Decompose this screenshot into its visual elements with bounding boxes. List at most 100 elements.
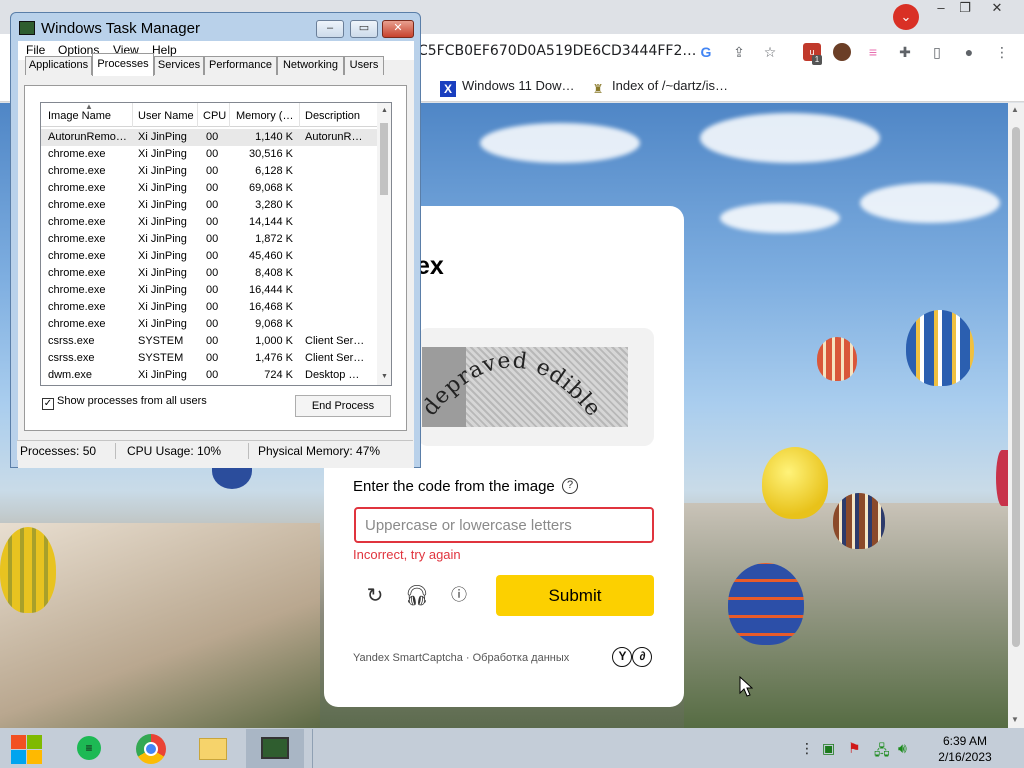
network-icon[interactable]: 🖧︎ [874,740,890,764]
flag-icon[interactable]: ⚑ [848,740,861,757]
process-row[interactable]: chrome.exe Xi JinPing 00 30,516 K [41,146,377,163]
extensions-puzzle-icon[interactable]: ✚ [896,43,914,61]
checkbox-icon[interactable]: ✓ [42,398,54,410]
tm-minimize-button[interactable]: – [316,20,344,38]
scrollbar-thumb[interactable] [1012,127,1020,647]
close-button[interactable]: ✕ [980,0,1014,18]
end-process-button[interactable]: End Process [295,395,391,417]
menu-help[interactable]: Help [152,43,177,57]
process-cell-name: csrss.exe [48,335,95,347]
process-row[interactable]: chrome.exe Xi JinPing 00 1,872 K [41,231,377,248]
profile-icon[interactable]: ● [960,43,978,61]
tab-processes[interactable]: Processes [92,53,154,76]
process-cell-desc: Desktop … [305,369,360,381]
help-icon[interactable]: ? [562,478,578,494]
process-row[interactable]: csrss.exe SYSTEM 00 1,476 K Client Ser… [41,350,377,367]
folder-icon: ♜ [592,82,604,96]
process-cell-cpu: 00 [206,352,219,364]
volume-icon[interactable]: 🔊︎ [898,740,907,757]
google-icon[interactable]: G [697,43,715,61]
submit-button[interactable]: Submit [496,575,654,616]
address-bar[interactable]: C5FCB0EF670D0A519DE6CD3444FF2… [418,43,696,59]
menu-icon[interactable]: ⋮ [993,43,1011,61]
process-row[interactable]: chrome.exe Xi JinPing 00 8,408 K [41,265,377,282]
bookmark-index[interactable]: ♜ Index of /~dartz/is… [590,77,728,96]
process-list[interactable]: Image Name ▲ User Name CPU Memory (… Des… [40,102,392,386]
status-bar: Processes: 50 CPU Usage: 10% Physical Me… [17,440,413,460]
notes-app-icon[interactable]: ≡ [60,729,118,768]
tab-services[interactable]: Services [154,56,204,75]
task-manager-taskbar-icon[interactable] [246,729,304,768]
logo-letter: Y [612,647,632,667]
captcha-footer[interactable]: Yandex SmartCaptcha · Обработка данных [353,652,569,664]
tab-users[interactable]: Users [344,56,384,75]
side-panel-icon[interactable]: ▯ [928,43,946,61]
info-icon[interactable]: ⓘ [446,583,472,609]
task-manager-icon [19,21,35,35]
column-memory[interactable]: Memory (… [236,110,293,122]
process-cell-name: chrome.exe [48,301,106,313]
captcha-input[interactable] [354,507,654,543]
process-list-scrollbar[interactable]: ▲ ▼ [377,103,391,385]
process-row[interactable]: chrome.exe Xi JinPing 00 6,128 K [41,163,377,180]
window-title: Windows Task Manager [41,20,200,37]
tab-performance[interactable]: Performance [204,56,277,75]
bookmark-windows11[interactable]: X Windows 11 Dow… [440,77,575,97]
process-cell-cpu: 00 [206,301,219,313]
maximize-button[interactable]: ❐ [948,0,982,18]
tm-close-button[interactable]: ✕ [382,20,414,38]
show-all-processes-checkbox[interactable]: ✓ Show processes from all users [42,395,207,410]
clock[interactable]: 6:39 AM 2/16/2023 [930,733,1000,765]
process-row[interactable]: AutorunRemo… Xi JinPing 00 1,140 K AutorunR… [41,129,377,146]
checkbox-label: Show processes from all users [57,395,207,407]
process-row[interactable]: chrome.exe Xi JinPing 00 45,460 K [41,248,377,265]
process-row[interactable]: chrome.exe Xi JinPing 00 69,068 K [41,180,377,197]
chrome-icon[interactable] [122,729,180,768]
tm-maximize-button[interactable]: ▭ [350,20,378,38]
refresh-icon[interactable]: ↻ [362,583,388,609]
tab-search-icon[interactable]: ⌄ [893,4,919,30]
column-cpu[interactable]: CPU [203,110,226,122]
process-row[interactable]: chrome.exe Xi JinPing 00 16,444 K [41,282,377,299]
process-cell-mem: 1,140 K [255,131,293,143]
column-image-name[interactable]: Image Name [48,110,111,122]
tab-networking[interactable]: Networking [277,56,344,75]
page-scrollbar[interactable]: ▲ ▼ [1008,103,1024,728]
column-user-name[interactable]: User Name [138,110,194,122]
audio-headphones-icon[interactable]: 🎧︎ [404,583,430,609]
menu-file[interactable]: File [26,43,45,57]
process-row[interactable]: csrss.exe SYSTEM 00 1,000 K Client Ser… [41,333,377,350]
extension-avatar-icon[interactable] [833,43,851,61]
process-cell-name: AutorunRemo… [48,131,127,143]
more-options-icon[interactable]: ⋮ [800,740,814,757]
column-description[interactable]: Description [305,110,360,122]
process-row[interactable]: chrome.exe Xi JinPing 00 9,068 K [41,316,377,333]
tab-applications[interactable]: Applications [25,56,92,75]
process-row[interactable]: dwm.exe Xi JinPing 00 724 K Desktop … [41,367,377,384]
extension-stripes-icon[interactable]: ≡ [864,43,882,61]
start-icon[interactable] [8,732,44,764]
process-row[interactable]: chrome.exe Xi JinPing 00 14,144 K [41,214,377,231]
bookmark-star-icon[interactable]: ☆ [761,43,779,61]
process-cell-cpu: 00 [206,182,219,194]
process-row[interactable]: chrome.exe Xi JinPing 00 16,468 K [41,299,377,316]
process-cell-user: Xi JinPing [138,182,187,194]
tray-app-icon[interactable]: ▣ [822,740,835,757]
process-cell-user: Xi JinPing [138,165,187,177]
process-cell-mem: 3,280 K [255,199,293,211]
file-explorer-icon[interactable] [184,729,242,768]
process-cell-user: Xi JinPing [138,301,187,313]
yandex-logo-icon: Y ∂ [612,647,652,667]
scrollbar-thumb[interactable] [380,123,388,195]
task-manager-titlebar[interactable]: Windows Task Manager – ▭ ✕ [11,13,420,43]
process-cell-name: dwm.exe [48,369,93,381]
share-icon[interactable]: ⇪ [730,43,748,61]
bookmark-label: Windows 11 Dow… [462,78,575,93]
process-cell-name: chrome.exe [48,284,106,296]
process-row[interactable]: chrome.exe Xi JinPing 00 3,280 K [41,197,377,214]
process-cell-name: csrss.exe [48,352,95,364]
process-cell-name: chrome.exe [48,250,106,262]
process-cell-cpu: 00 [206,165,219,177]
process-cell-user: Xi JinPing [138,369,187,381]
process-cell-mem: 1,476 K [255,352,293,364]
